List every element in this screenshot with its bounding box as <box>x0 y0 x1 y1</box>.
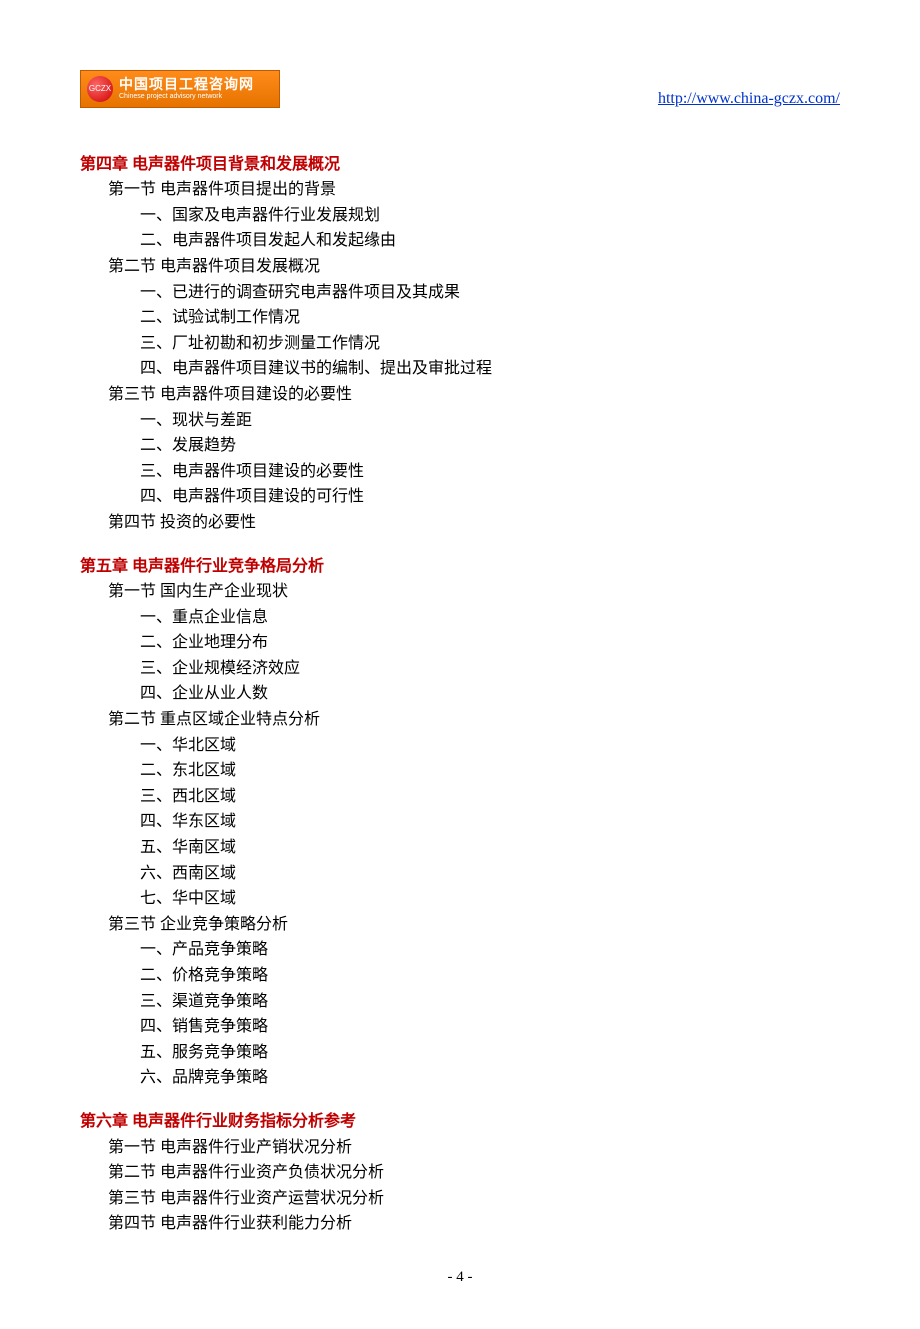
list-item: 三、电声器件项目建设的必要性 <box>80 459 840 485</box>
list-item: 四、华东区域 <box>80 809 840 835</box>
site-logo: GCZX 中国项目工程咨询网 Chinese project advisory … <box>80 70 280 108</box>
list-item: 三、西北区域 <box>80 784 840 810</box>
list-item: 一、国家及电声器件行业发展规划 <box>80 203 840 229</box>
list-item: 三、渠道竞争策略 <box>80 989 840 1015</box>
site-url-link[interactable]: http://www.china-gczx.com/ <box>658 86 840 112</box>
list-item: 四、企业从业人数 <box>80 681 840 707</box>
logo-title-en: Chinese project advisory network <box>119 93 254 101</box>
section-title: 第一节 电声器件项目提出的背景 <box>80 177 840 203</box>
list-item: 二、价格竞争策略 <box>80 963 840 989</box>
list-item: 四、销售竞争策略 <box>80 1014 840 1040</box>
list-item: 五、服务竞争策略 <box>80 1040 840 1066</box>
chapter-title: 第五章 电声器件行业竞争格局分析 <box>80 554 840 580</box>
logo-title-cn: 中国项目工程咨询网 <box>119 77 254 92</box>
list-item: 六、西南区域 <box>80 861 840 887</box>
list-item: 二、东北区域 <box>80 758 840 784</box>
list-item: 一、重点企业信息 <box>80 605 840 631</box>
section-title: 第三节 企业竞争策略分析 <box>80 912 840 938</box>
list-item: 二、企业地理分布 <box>80 630 840 656</box>
section-title: 第三节 电声器件项目建设的必要性 <box>80 382 840 408</box>
section-title: 第二节 重点区域企业特点分析 <box>80 707 840 733</box>
section-title: 第四节 电声器件行业获利能力分析 <box>80 1211 840 1237</box>
section-title: 第三节 电声器件行业资产运营状况分析 <box>80 1186 840 1212</box>
list-item: 六、品牌竞争策略 <box>80 1065 840 1091</box>
section-title: 第一节 电声器件行业产销状况分析 <box>80 1135 840 1161</box>
list-item: 四、电声器件项目建设的可行性 <box>80 484 840 510</box>
list-item: 三、企业规模经济效应 <box>80 656 840 682</box>
list-item: 一、产品竞争策略 <box>80 937 840 963</box>
page-header: GCZX 中国项目工程咨询网 Chinese project advisory … <box>80 70 840 112</box>
table-of-contents: 第四章 电声器件项目背景和发展概况第一节 电声器件项目提出的背景一、国家及电声器… <box>80 152 840 1237</box>
list-item: 七、华中区域 <box>80 886 840 912</box>
page-number: - 4 - <box>80 1265 840 1289</box>
logo-mark-icon: GCZX <box>87 76 113 102</box>
list-item: 四、电声器件项目建议书的编制、提出及审批过程 <box>80 356 840 382</box>
list-item: 二、发展趋势 <box>80 433 840 459</box>
chapter-title: 第四章 电声器件项目背景和发展概况 <box>80 152 840 178</box>
list-item: 一、已进行的调查研究电声器件项目及其成果 <box>80 280 840 306</box>
section-title: 第四节 投资的必要性 <box>80 510 840 536</box>
list-item: 二、试验试制工作情况 <box>80 305 840 331</box>
list-item: 五、华南区域 <box>80 835 840 861</box>
list-item: 三、厂址初勘和初步测量工作情况 <box>80 331 840 357</box>
list-item: 一、现状与差距 <box>80 408 840 434</box>
section-title: 第二节 电声器件行业资产负债状况分析 <box>80 1160 840 1186</box>
list-item: 一、华北区域 <box>80 733 840 759</box>
list-item: 二、电声器件项目发起人和发起缘由 <box>80 228 840 254</box>
section-title: 第二节 电声器件项目发展概况 <box>80 254 840 280</box>
chapter-title: 第六章 电声器件行业财务指标分析参考 <box>80 1109 840 1135</box>
section-title: 第一节 国内生产企业现状 <box>80 579 840 605</box>
